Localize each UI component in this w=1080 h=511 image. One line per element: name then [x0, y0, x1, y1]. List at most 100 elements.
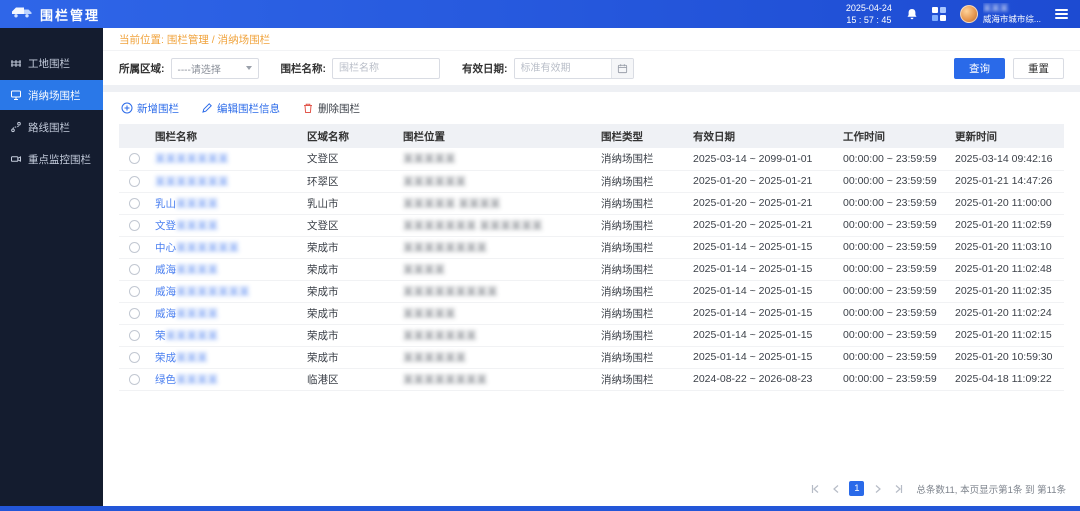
- update-time-cell: 2025-01-20 10:59:30: [949, 346, 1064, 368]
- main-content: 当前位置: 围栏管理 / 消纳场围栏 所属区域: ----请选择 围栏名称:: [103, 28, 1080, 506]
- row-select-radio[interactable]: [129, 153, 140, 164]
- fence-name-link[interactable]: 某某某某某某某: [155, 176, 229, 188]
- prev-page-button[interactable]: [828, 481, 843, 496]
- fence-location-cell: 某某某某某某: [397, 170, 595, 192]
- sidebar-item-disposal-fence[interactable]: 消纳场围栏: [0, 80, 103, 110]
- fence-name-link[interactable]: 某某某某某某某: [155, 153, 229, 165]
- fence-location-cell: 某某某某某 某某某某: [397, 192, 595, 214]
- row-select-cell: [119, 214, 149, 236]
- calendar-icon[interactable]: [611, 59, 633, 78]
- region-cell: 文登区: [301, 148, 397, 170]
- fence-name-cell: 绿色某某某某: [149, 368, 301, 390]
- column-header-update-time: 更新时间: [949, 124, 1064, 148]
- sidebar-item-route-fence[interactable]: 路线围栏: [0, 112, 103, 142]
- fence-location-cell: 某某某某某某某: [397, 324, 595, 346]
- work-time-cell: 00:00:00 ~ 23:59:59: [837, 346, 949, 368]
- disposal-fence-icon: [10, 89, 22, 101]
- valid-date-cell: 2025-01-14 ~ 2025-01-15: [687, 324, 837, 346]
- fence-name-link[interactable]: 荣某某某某某: [155, 330, 218, 342]
- last-page-button[interactable]: [891, 481, 906, 496]
- row-select-cell: [119, 302, 149, 324]
- table-row: 某某某某某某某文登区某某某某某消纳场围栏2025-03-14 ~ 2099-01…: [119, 148, 1064, 170]
- apps-grid-icon[interactable]: [932, 7, 946, 21]
- fence-type-cell: 消纳场围栏: [595, 236, 687, 258]
- next-page-button[interactable]: [870, 481, 885, 496]
- update-time-cell: 2025-01-21 14:47:26: [949, 170, 1064, 192]
- fence-name-link[interactable]: 中心某某某某某某: [155, 242, 239, 254]
- fence-name-link[interactable]: 威海某某某某某某某: [155, 286, 250, 298]
- row-select-radio[interactable]: [129, 352, 140, 363]
- row-select-radio[interactable]: [129, 308, 140, 319]
- edit-fence-button[interactable]: 编辑围栏信息: [201, 101, 280, 116]
- edit-fence-label: 编辑围栏信息: [217, 101, 280, 116]
- update-time-cell: 2025-01-20 11:03:10: [949, 236, 1064, 258]
- notification-bell-icon[interactable]: [906, 8, 918, 21]
- fence-name-filter-label: 围栏名称:: [281, 61, 327, 76]
- row-select-radio[interactable]: [129, 220, 140, 231]
- sidebar-nav: 工地围栏 消纳场围栏 路线围栏: [0, 28, 103, 506]
- valid-date-cell: 2025-01-14 ~ 2025-01-15: [687, 302, 837, 324]
- fence-name-cell: 荣某某某某某: [149, 324, 301, 346]
- reset-button[interactable]: 重置: [1013, 58, 1064, 79]
- update-time-cell: 2025-01-20 11:02:15: [949, 324, 1064, 346]
- fence-type-cell: 消纳场围栏: [595, 302, 687, 324]
- user-avatar[interactable]: [960, 5, 978, 23]
- work-time-cell: 00:00:00 ~ 23:59:59: [837, 368, 949, 390]
- sidebar-item-key-monitor-fence[interactable]: 重点监控围栏: [0, 144, 103, 174]
- table-row: 绿色某某某某临港区某某某某某某某某消纳场围栏2024-08-22 ~ 2026-…: [119, 368, 1064, 390]
- fence-name-link[interactable]: 威海某某某某: [155, 308, 218, 320]
- valid-date-cell: 2025-01-20 ~ 2025-01-21: [687, 170, 837, 192]
- row-select-cell: [119, 236, 149, 258]
- table-row: 中心某某某某某某荣成市某某某某某某某某消纳场围栏2025-01-14 ~ 202…: [119, 236, 1064, 258]
- valid-date-cell: 2025-01-14 ~ 2025-01-15: [687, 236, 837, 258]
- column-header-name: 围栏名称: [149, 124, 301, 148]
- row-select-radio[interactable]: [129, 330, 140, 341]
- user-profile[interactable]: 某某某 威海市城市综...: [960, 3, 1041, 25]
- fence-type-cell: 消纳场围栏: [595, 258, 687, 280]
- valid-date-input[interactable]: [515, 59, 611, 78]
- row-select-cell: [119, 324, 149, 346]
- table-row: 威海某某某某荣成市某某某某某消纳场围栏2025-01-14 ~ 2025-01-…: [119, 302, 1064, 324]
- search-button[interactable]: 查询: [954, 58, 1005, 79]
- row-select-radio[interactable]: [129, 286, 140, 297]
- row-select-radio[interactable]: [129, 198, 140, 209]
- region-select-value: ----请选择: [178, 61, 221, 76]
- work-time-cell: 00:00:00 ~ 23:59:59: [837, 214, 949, 236]
- top-header-bar: 围栏管理 2025-04-24 15 : 57 : 45 某某某 威海市城市: [0, 0, 1080, 28]
- menu-hamburger-icon[interactable]: [1055, 9, 1068, 19]
- sidebar-item-site-fence[interactable]: 工地围栏: [0, 48, 103, 78]
- fence-name-link[interactable]: 文登某某某某: [155, 220, 218, 232]
- row-select-radio[interactable]: [129, 264, 140, 275]
- fence-name-link[interactable]: 乳山某某某某: [155, 198, 218, 210]
- row-select-radio[interactable]: [129, 374, 140, 385]
- column-header-region: 区域名称: [301, 124, 397, 148]
- datetime-display: 2025-04-24 15 : 57 : 45: [846, 2, 892, 26]
- breadcrumb: 当前位置: 围栏管理 / 消纳场围栏: [103, 28, 1080, 51]
- current-page-button[interactable]: 1: [849, 481, 864, 496]
- first-page-button[interactable]: [807, 481, 822, 496]
- add-fence-button[interactable]: 新增围栏: [121, 101, 179, 116]
- table-row: 荣成某某某荣成市某某某某某某消纳场围栏2025-01-14 ~ 2025-01-…: [119, 346, 1064, 368]
- fence-name-link[interactable]: 荣成某某某: [155, 352, 208, 364]
- region-cell: 临港区: [301, 368, 397, 390]
- valid-date-cell: 2025-01-20 ~ 2025-01-21: [687, 214, 837, 236]
- user-name: 某某某: [983, 3, 1041, 14]
- region-cell: 荣成市: [301, 346, 397, 368]
- region-select[interactable]: ----请选择: [171, 58, 259, 79]
- row-select-radio[interactable]: [129, 242, 140, 253]
- delete-fence-button[interactable]: 删除围栏: [302, 101, 360, 116]
- valid-date-filter-label: 有效日期:: [462, 61, 508, 76]
- table-row: 威海某某某某荣成市某某某某消纳场围栏2025-01-14 ~ 2025-01-1…: [119, 258, 1064, 280]
- fence-name-input[interactable]: [332, 58, 440, 79]
- fence-name-link[interactable]: 威海某某某某: [155, 264, 218, 276]
- chevron-down-icon: [246, 66, 252, 70]
- user-organization: 威海市城市综...: [983, 14, 1041, 25]
- table-action-bar: 新增围栏 编辑围栏信息 删除围栏: [103, 92, 1080, 124]
- breadcrumb-text: 当前位置: 围栏管理 / 消纳场围栏: [119, 32, 270, 47]
- row-select-radio[interactable]: [129, 176, 140, 187]
- work-time-cell: 00:00:00 ~ 23:59:59: [837, 280, 949, 302]
- fence-table: 围栏名称 区域名称 围栏位置 围栏类型 有效日期 工作时间 更新时间 某某某某某…: [103, 124, 1080, 391]
- work-time-cell: 00:00:00 ~ 23:59:59: [837, 302, 949, 324]
- site-fence-icon: [10, 57, 22, 69]
- fence-name-link[interactable]: 绿色某某某某: [155, 374, 218, 386]
